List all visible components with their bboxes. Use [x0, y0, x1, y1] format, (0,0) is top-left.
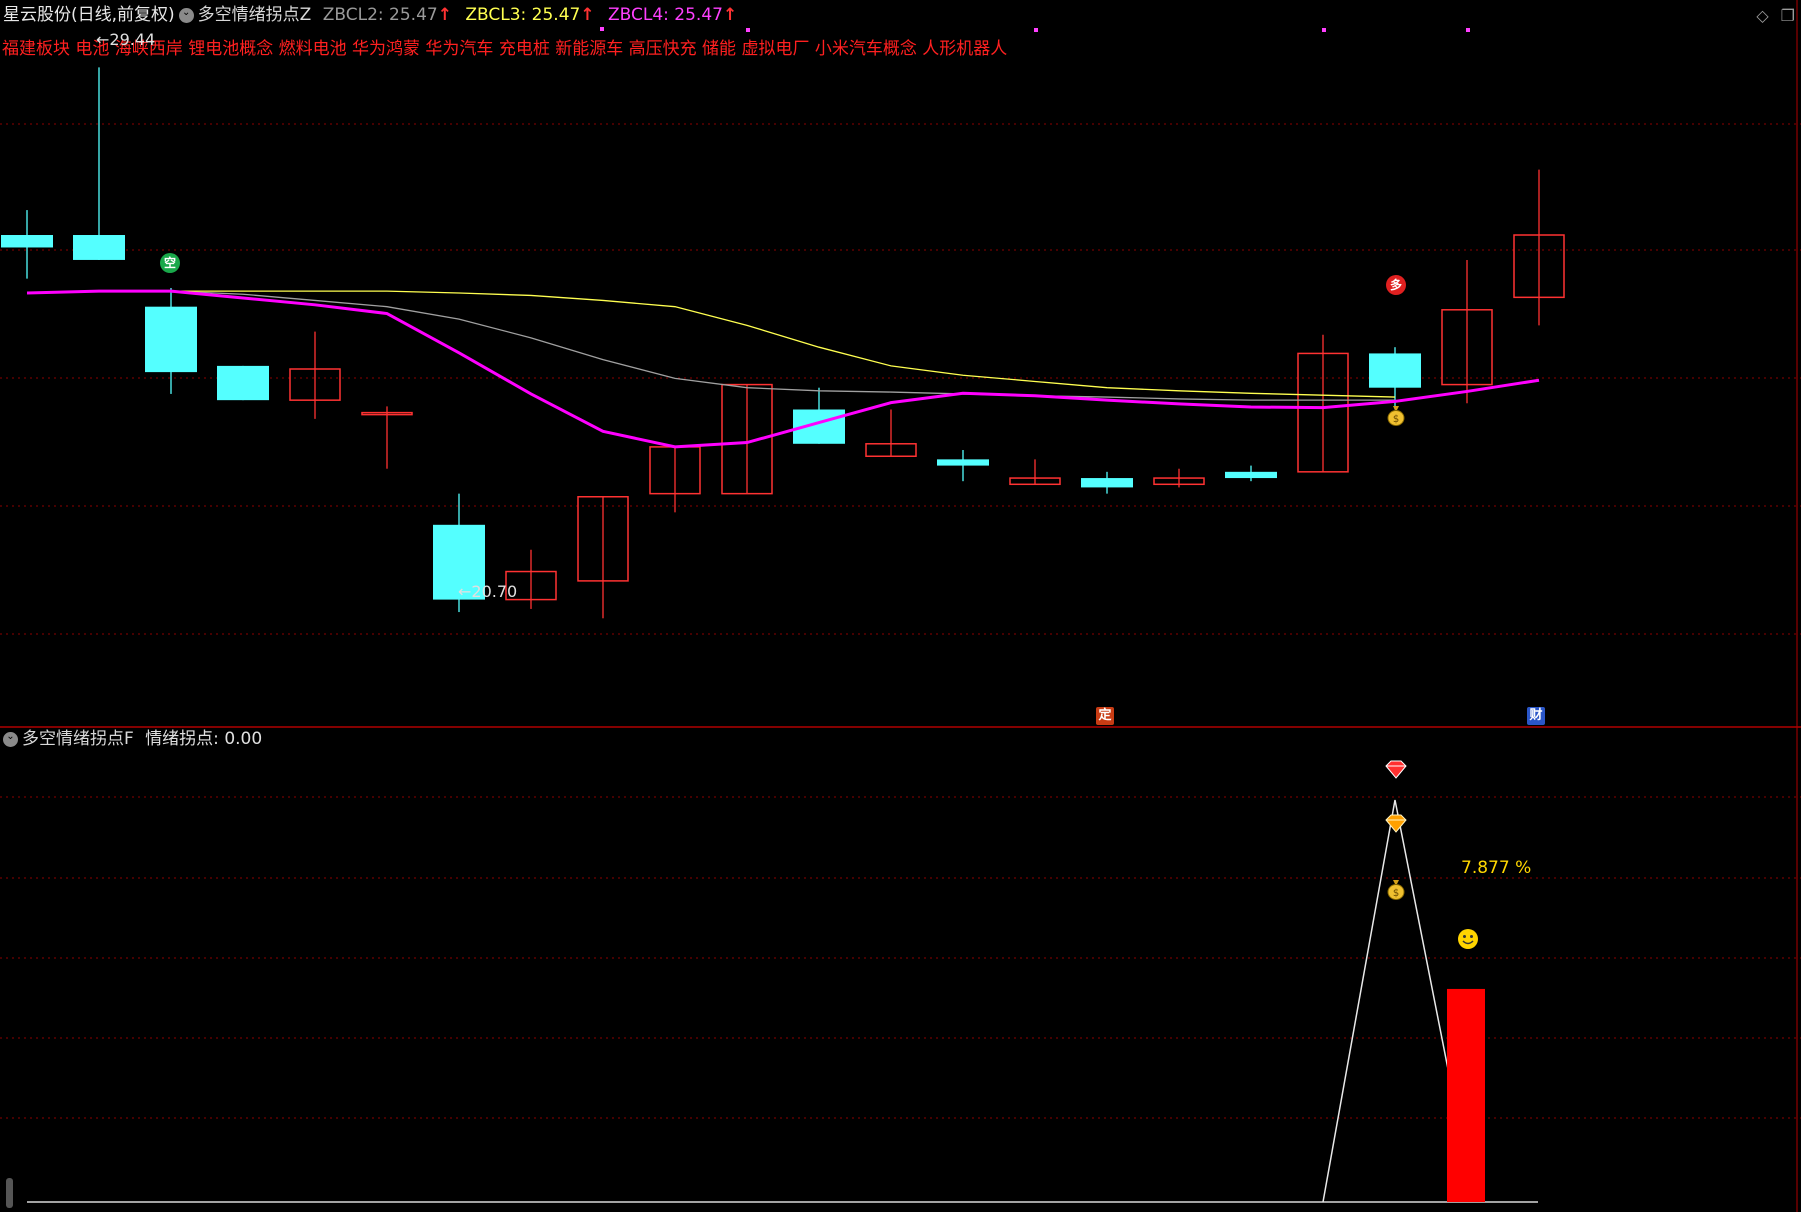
diamond-icon: [1383, 760, 1409, 784]
candle-body: [217, 365, 269, 401]
ding-marker[interactable]: 定: [1096, 707, 1114, 725]
diamond-gold-icon: [1383, 814, 1409, 838]
candle-body: [937, 459, 989, 466]
candle-body: [1, 235, 53, 248]
zbcl3-arrow-icon: ↑: [580, 5, 595, 25]
money-bag-icon: $: [1386, 404, 1406, 426]
emotion-line: [1322, 799, 1453, 1203]
lower-indicator-menu-icon[interactable]: [3, 731, 18, 747]
ma-yellow-line: [171, 290, 1396, 398]
scroll-handle[interactable]: [6, 1178, 13, 1208]
zbcl2-value: ZBCL2: 25.47: [322, 5, 438, 25]
zbcl4-arrow-icon: ↑: [722, 5, 738, 25]
zbcl3-value: ZBCL3: 25.47: [465, 5, 581, 25]
smile-icon: [1457, 928, 1479, 954]
arrow-left-icon: ←: [96, 30, 110, 49]
long-signal-badge[interactable]: 多: [1386, 275, 1406, 295]
candle-body: [1369, 353, 1421, 388]
signal-dot: [1034, 28, 1038, 32]
zbcl2-arrow-icon: ↑: [437, 5, 452, 25]
cai-marker[interactable]: 财: [1527, 707, 1545, 725]
header-bar: 星云股份(日线,前复权)多空情绪拐点Z ZBCL2: 25.47↑ ZBCL3:…: [3, 5, 737, 25]
diamond-toggle-icon[interactable]: ◇: [1756, 6, 1768, 25]
svg-text:$: $: [1393, 414, 1399, 425]
money-bag-lower-icon: $: [1386, 878, 1406, 900]
chart-window[interactable]: 星云股份(日线,前复权)多空情绪拐点Z ZBCL2: 25.47↑ ZBCL3:…: [0, 0, 1801, 1212]
high-price-label: ←29.44: [96, 30, 155, 49]
short-signal-badge[interactable]: 空: [160, 253, 180, 273]
signal-dot: [1466, 28, 1470, 32]
stock-title[interactable]: 星云股份(日线,前复权): [3, 5, 175, 25]
arrow-left-icon: ←: [458, 582, 472, 601]
indicator-name[interactable]: 多空情绪拐点Z: [198, 5, 312, 25]
signal-dot: [746, 28, 750, 32]
high-price-value: 29.44: [109, 30, 156, 49]
percent-label: 7.877 %: [1461, 858, 1532, 878]
emotion-bar: [1447, 988, 1485, 1202]
candle-body: [73, 235, 125, 260]
price-chart[interactable]: [0, 0, 1801, 1212]
low-price-value: 20.70: [471, 582, 518, 601]
candle-body: [1225, 471, 1277, 479]
low-price-label: ←20.70: [458, 582, 517, 601]
indicator-menu-icon[interactable]: [178, 7, 194, 23]
ma-gray-line: [170, 290, 1395, 401]
lower-panel-header: 多空情绪拐点F 情绪拐点: 0.00: [3, 729, 262, 749]
signal-dot: [1322, 28, 1326, 32]
zbcl4-value: ZBCL4: 25.47: [607, 5, 723, 25]
window-controls: ◇ ❐: [1756, 6, 1795, 25]
signal-dot: [600, 27, 604, 31]
emotion-value: 情绪拐点: 0.00: [145, 729, 263, 749]
svg-text:$: $: [1393, 888, 1399, 899]
restore-window-icon[interactable]: ❐: [1781, 6, 1795, 25]
lower-indicator-name[interactable]: 多空情绪拐点F: [22, 729, 134, 749]
candle-body: [1081, 478, 1133, 488]
candle-body: [145, 306, 197, 373]
